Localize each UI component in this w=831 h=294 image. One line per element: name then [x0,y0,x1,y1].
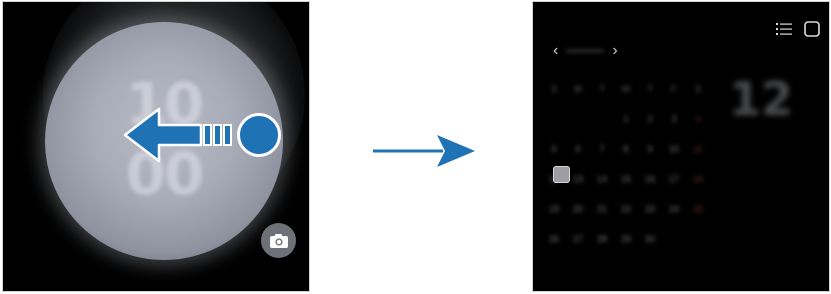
calendar-day-cell[interactable]: 23 [641,194,659,224]
calendar-day-cell[interactable]: 27 [569,224,587,254]
calendar-day-cell[interactable]: 21 [593,194,611,224]
camera-button[interactable] [261,223,296,258]
calendar-day-cell[interactable]: 3 [665,104,683,134]
calendar-day-cell[interactable]: 25 [689,194,707,224]
calendar-day-cell[interactable] [665,224,683,254]
calendar-day-cell[interactable]: 19 [545,194,563,224]
calendar-header-actions [775,20,821,38]
calendar-weekday-header: M [574,84,582,94]
calendar-day-cell[interactable]: 8 [617,134,635,164]
calendar-day-cell[interactable]: 18 [689,164,707,194]
prev-month-button[interactable]: ‹ [553,42,558,60]
month-label [566,50,605,52]
calendar-weekday-header: S [694,84,701,94]
touch-point-indicator [237,113,281,157]
square-view-button[interactable] [803,20,821,38]
calendar-day-cell[interactable]: 7 [593,134,611,164]
arrow-right-icon [373,135,475,167]
calendar-day-cell[interactable]: 6 [569,134,587,164]
instruction-figure: 10 00 ‹ › S M T W T F S 1 2 3 4 5 6 7 8 … [0,0,831,294]
calendar-weekday-header: W [621,84,631,94]
camera-icon [269,233,288,248]
calendar-day-cell[interactable]: 28 [593,224,611,254]
calendar-day-cell[interactable]: 1 [617,104,635,134]
calendar-day-cell[interactable]: 13 [569,164,587,194]
square-view-icon [804,21,820,37]
month-navigation: ‹ › [553,42,618,60]
calendar-day-cell[interactable]: 24 [665,194,683,224]
calendar-day-cell[interactable]: 20 [569,194,587,224]
list-view-button[interactable] [775,20,793,38]
calendar-weekday-header: T [599,84,605,94]
calendar-day-cell[interactable]: 5 [545,134,563,164]
calendar-weekday-header: F [671,84,677,94]
calendar-day-cell[interactable]: 29 [617,224,635,254]
calendar-day-cell[interactable]: 9 [641,134,659,164]
calendar-day-cell[interactable]: 4 [689,104,707,134]
calendar-day-cell[interactable]: 22 [617,194,635,224]
calendar-day-cell[interactable] [689,224,707,254]
list-view-icon [776,23,792,35]
calendar-day-cell[interactable]: 16 [641,164,659,194]
calendar-weekday-header: S [550,84,557,94]
calendar-day-cell[interactable] [593,104,611,134]
calendar-weekday-header: T [647,84,653,94]
arrow-left-icon [123,107,232,163]
calendar-grid: SMTWTFS123456789101112131415161718192021… [545,74,707,254]
calendar-day-cell[interactable]: 26 [545,224,563,254]
calendar-day-cell[interactable] [569,104,587,134]
calendar-day-cell[interactable]: 10 [665,134,683,164]
calendar-day-cell[interactable]: 15 [617,164,635,194]
calendar-day-cell[interactable]: 11 [689,134,707,164]
calendar-day-cell[interactable]: 2 [641,104,659,134]
selected-day-number: 12 [729,72,794,126]
calendar-day-cell[interactable]: 17 [665,164,683,194]
next-month-button[interactable]: › [612,42,617,60]
calendar-day-cell[interactable]: 30 [641,224,659,254]
calendar-selection-handle[interactable] [553,166,570,183]
calendar-day-cell[interactable] [545,104,563,134]
calendar-day-cell[interactable]: 14 [593,164,611,194]
cover-screen-clock: 10 00 [2,1,310,292]
cover-screen-calendar: ‹ › SMTWTFS12345678910111213141516171819… [532,1,830,292]
